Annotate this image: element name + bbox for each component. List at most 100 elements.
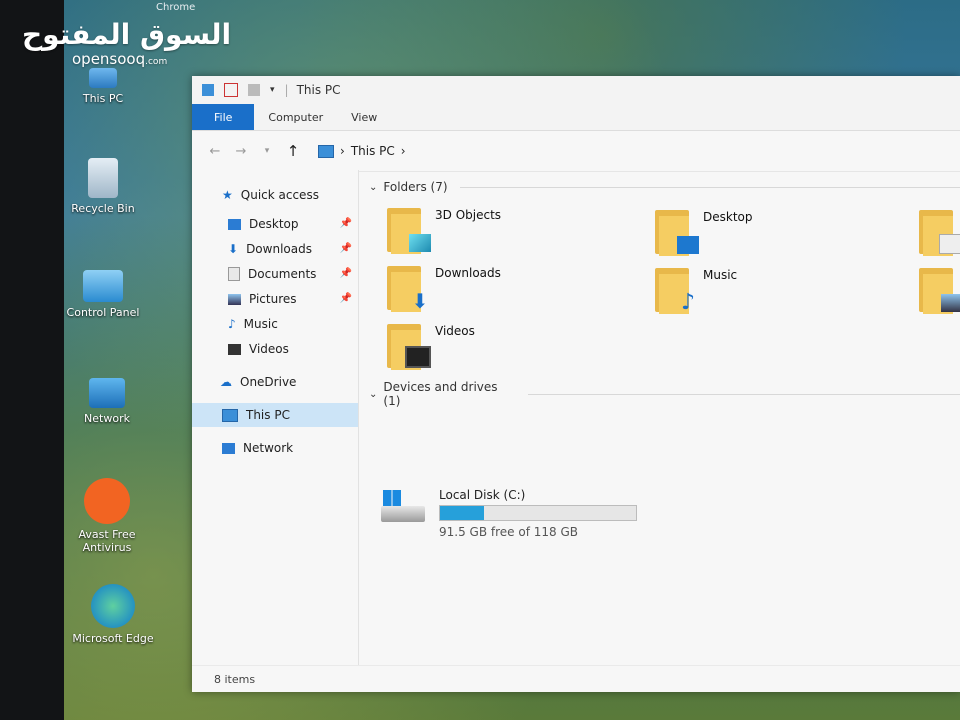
folder-documents-partial[interactable] [919, 210, 960, 256]
folder-downloads[interactable]: ⬇ Downloads [387, 266, 501, 312]
network-icon [89, 378, 125, 408]
sidebar-item-label: OneDrive [240, 375, 297, 389]
watermark-latin: opensooq [72, 50, 146, 68]
network-icon [222, 442, 235, 454]
sidebar-item-pictures[interactable]: Pictures 📌 [192, 287, 358, 311]
sidebar-item-label: This PC [246, 408, 290, 422]
sidebar-item-music[interactable]: ♪ Music [192, 312, 358, 336]
videos-icon [228, 343, 241, 355]
drive-label: Local Disk (C:) [439, 488, 526, 502]
folders-header-label: Folders (7) [383, 180, 448, 194]
sidebar-item-label: Desktop [249, 217, 299, 231]
folders-group-header[interactable]: ⌄ Folders (7) [369, 180, 960, 194]
folder-pictures-icon [919, 268, 960, 314]
folder-label: Videos [435, 324, 475, 338]
drive-usage-fill [440, 506, 485, 520]
breadcrumb[interactable]: › This PC › [318, 144, 406, 158]
folder-downloads-icon: ⬇ [387, 266, 428, 312]
desktop-icon-label: Network [84, 412, 130, 425]
sidebar-item-network[interactable]: Network [192, 436, 358, 460]
forward-arrow-icon[interactable]: → [230, 144, 252, 159]
title-bar: ▾ | This PC [192, 76, 960, 104]
back-arrow-icon[interactable]: ← [204, 144, 226, 159]
pin-icon: 📌 [339, 293, 352, 304]
folder-pictures-partial[interactable] [919, 268, 960, 314]
group-divider [527, 393, 960, 395]
opensooq-watermark: السوق المفتوح opensooq.com [22, 20, 231, 69]
tab-view[interactable]: View [337, 104, 391, 130]
control-panel-icon [83, 270, 123, 302]
sidebar-item-videos[interactable]: Videos [192, 337, 358, 361]
status-bar: 8 items [192, 665, 960, 692]
folder-label: 3D Objects [435, 208, 502, 222]
pin-icon: 📌 [339, 268, 352, 279]
pictures-icon [228, 293, 241, 305]
properties-icon[interactable] [224, 83, 238, 97]
pin-icon: 📌 [339, 218, 352, 229]
pin-icon: 📌 [339, 243, 352, 254]
sidebar-item-documents[interactable]: Documents 📌 [192, 262, 358, 286]
devices-header-label: Devices and drives (1) [383, 380, 498, 408]
sidebar-item-label: Music [243, 317, 278, 331]
desktop-icon-edge[interactable]: Microsoft Edge [68, 584, 158, 645]
item-count: 8 items [214, 672, 256, 686]
group-divider [459, 186, 960, 188]
sidebar-item-onedrive[interactable]: ☁ OneDrive [192, 370, 358, 394]
breadcrumb-chevron-icon: › [340, 144, 345, 158]
hard-drive-windows-icon [381, 488, 427, 526]
sidebar-item-desktop[interactable]: Desktop 📌 [192, 212, 358, 236]
devices-group-header[interactable]: ⌄ Devices and drives (1) [369, 380, 960, 408]
window-title: This PC [296, 83, 341, 97]
new-folder-icon[interactable] [248, 84, 260, 96]
star-icon: ★ [222, 188, 233, 202]
sidebar-item-label: Downloads [246, 242, 312, 256]
sidebar-item-label: Network [243, 441, 294, 455]
folder-music-icon: ♪ [655, 268, 695, 314]
content-pane: ⌄ Folders (7) 3D Objects Desktop ⬇ Downl… [359, 170, 960, 666]
up-arrow-icon[interactable]: ↑ [282, 142, 304, 160]
download-arrow-icon: ⬇ [228, 242, 239, 256]
desktop-icon-label: Microsoft Edge [72, 632, 154, 645]
folder-3d-objects-icon [387, 208, 431, 254]
desktop-icon-network[interactable]: Network [62, 378, 152, 425]
recent-locations-chevron-icon[interactable]: ▾ [256, 146, 278, 156]
tab-file[interactable]: File [192, 104, 255, 130]
customize-toolbar-chevron-icon[interactable]: ▾ [270, 85, 275, 95]
folder-documents-icon [919, 210, 960, 256]
this-pc-icon [89, 68, 117, 88]
drive-local-disk-c[interactable]: Local Disk (C:) 91.5 GB free of 118 GB [381, 488, 637, 539]
folder-desktop[interactable]: Desktop [655, 210, 753, 256]
folder-music[interactable]: ♪ Music [655, 268, 737, 314]
title-separator: | [284, 83, 289, 97]
folder-3d-objects[interactable]: 3D Objects [387, 208, 501, 254]
desktop-icon-label: Avast Free Antivirus [78, 528, 136, 554]
drive-free-space: 91.5 GB free of 118 GB [439, 525, 578, 539]
ribbon-tabs: File Computer View [192, 104, 960, 131]
sidebar-item-label: Documents [248, 267, 317, 281]
address-bar: ← → ▾ ↑ › This PC › [192, 131, 960, 172]
file-explorer-window: ▾ | This PC File Computer View ← → ▾ ↑ ›… [192, 76, 960, 692]
folder-videos[interactable]: Videos [387, 324, 475, 370]
breadcrumb-chevron-icon[interactable]: › [401, 144, 406, 158]
avast-icon [84, 478, 130, 524]
sidebar-item-quick-access[interactable]: ★ Quick access [222, 188, 319, 202]
desktop-icon-control-panel[interactable]: Control Panel [58, 270, 148, 319]
documents-icon [228, 267, 240, 281]
desktop-icon-recycle-bin[interactable]: Recycle Bin [58, 158, 148, 215]
desktop-icon-avast[interactable]: Avast Free Antivirus [62, 478, 152, 554]
tab-computer[interactable]: Computer [254, 104, 337, 130]
desktop-icon-label: Recycle Bin [71, 202, 135, 215]
desktop-icon-label: Control Panel [66, 306, 140, 319]
folder-desktop-icon [655, 210, 699, 256]
desktop-icon-label: This PC [82, 92, 124, 105]
folder-videos-icon [387, 324, 431, 370]
monitor-bezel [0, 0, 64, 720]
desktop-icon-this-pc[interactable]: This PC [58, 68, 148, 105]
collapse-chevron-icon[interactable]: ⌄ [369, 182, 377, 193]
collapse-chevron-icon[interactable]: ⌄ [369, 389, 377, 400]
quick-access-toolbar-icon[interactable] [202, 84, 214, 96]
sidebar-item-downloads[interactable]: ⬇ Downloads 📌 [192, 237, 358, 261]
folder-label: Downloads [435, 266, 501, 280]
sidebar-item-this-pc[interactable]: This PC [192, 403, 358, 427]
breadcrumb-this-pc[interactable]: This PC [351, 144, 395, 158]
